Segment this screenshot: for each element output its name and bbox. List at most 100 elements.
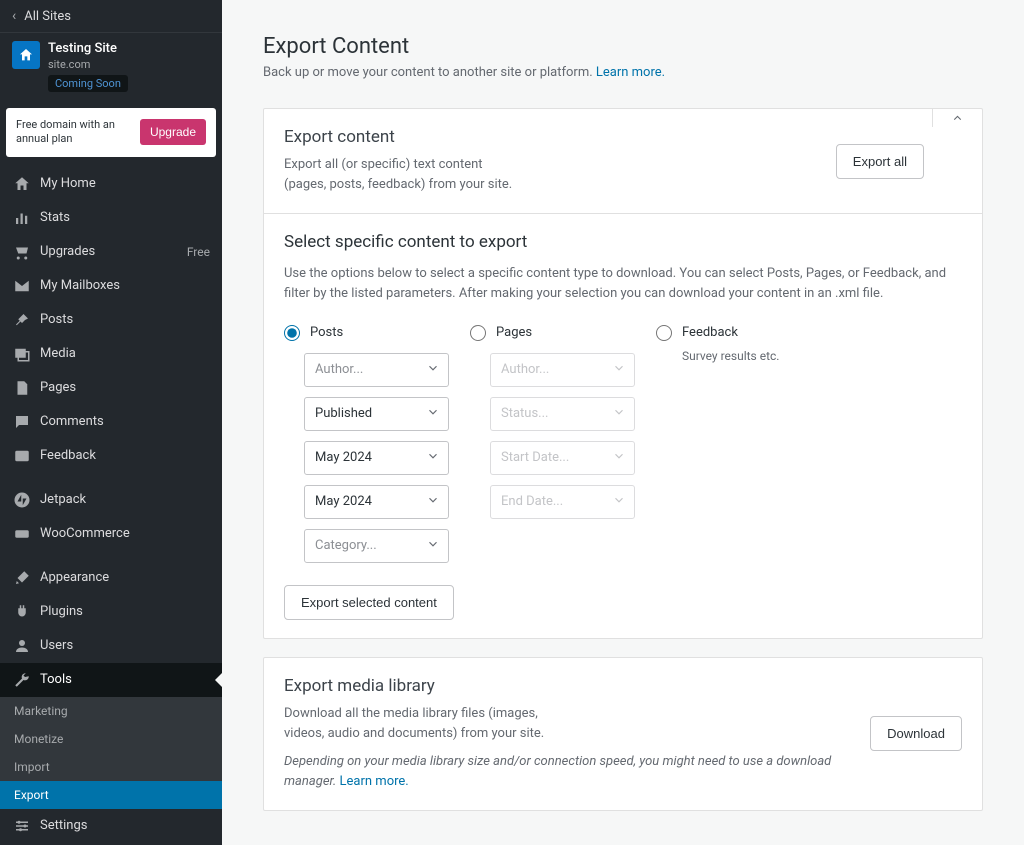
page-title: Export Content: [263, 34, 983, 59]
all-sites-link[interactable]: ‹ All Sites: [0, 0, 222, 33]
nav-tools[interactable]: Tools: [0, 663, 222, 697]
nav-label: Appearance: [40, 570, 109, 585]
export-all-button[interactable]: Export all: [836, 144, 924, 179]
sub-marketing[interactable]: Marketing: [0, 697, 222, 725]
free-badge: Free: [187, 245, 210, 259]
chevron-down-icon: [612, 361, 626, 379]
nav-feedback[interactable]: Feedback: [0, 439, 222, 473]
woocommerce-icon: [12, 524, 32, 544]
posts-end-date-select[interactable]: May 2024: [304, 485, 449, 519]
nav-label: Upgrades: [40, 244, 95, 259]
all-sites-label: All Sites: [24, 9, 71, 24]
export-media-card: Export media library Download all the me…: [263, 657, 983, 812]
nav-settings[interactable]: Settings: [0, 809, 222, 843]
radio-feedback-label[interactable]: Feedback: [682, 325, 738, 340]
sub-import[interactable]: Import: [0, 753, 222, 781]
chevron-down-icon: [426, 449, 440, 467]
pages-author-select: Author...: [490, 353, 635, 387]
nav-label: My Mailboxes: [40, 278, 120, 293]
chevron-down-icon: [612, 449, 626, 467]
nav-label: Media: [40, 346, 76, 361]
nav-comments[interactable]: Comments: [0, 405, 222, 439]
specific-title: Select specific content to export: [284, 232, 962, 252]
posts-category-select[interactable]: Category...: [304, 529, 449, 563]
nav-jetpack[interactable]: Jetpack: [0, 483, 222, 517]
export-selected-button[interactable]: Export selected content: [284, 585, 454, 620]
nav-pages[interactable]: Pages: [0, 371, 222, 405]
nav-appearance[interactable]: Appearance: [0, 561, 222, 595]
page-subtitle: Back up or move your content to another …: [263, 65, 983, 80]
stats-icon: [12, 208, 32, 228]
nav-mailboxes[interactable]: My Mailboxes: [0, 269, 222, 303]
posts-column: Posts Author... Published May 2024: [284, 325, 470, 563]
promo-banner: Free domain with an annual plan Upgrade: [6, 108, 216, 157]
nav-label: Stats: [40, 210, 70, 225]
radio-pages[interactable]: [470, 325, 486, 341]
feedback-hint: Survey results etc.: [682, 349, 856, 363]
chevron-down-icon: [426, 493, 440, 511]
chevron-down-icon: [426, 361, 440, 379]
wrench-icon: [12, 670, 32, 690]
pages-column: Pages Author... Status... Start Date...: [470, 325, 656, 563]
plugin-icon: [12, 602, 32, 622]
export-media-note: Depending on your media library size and…: [284, 752, 870, 792]
nav-label: Settings: [40, 818, 87, 833]
brush-icon: [12, 568, 32, 588]
media-learn-more-link[interactable]: Learn more.: [340, 774, 409, 789]
users-icon: [12, 636, 32, 656]
sidebar: ‹ All Sites Testing Site site.com Coming…: [0, 0, 222, 845]
collapse-toggle[interactable]: [932, 109, 982, 127]
promo-text: Free domain with an annual plan: [16, 118, 140, 147]
nav-label: Posts: [40, 312, 73, 327]
posts-status-select[interactable]: Published: [304, 397, 449, 431]
radio-feedback[interactable]: [656, 325, 672, 341]
site-title: Testing Site: [48, 41, 128, 56]
nav-label: Tools: [40, 672, 72, 687]
feedback-column: Feedback Survey results etc.: [656, 325, 856, 563]
nav-users[interactable]: Users: [0, 629, 222, 663]
nav-my-home[interactable]: My Home: [0, 167, 222, 201]
nav-label: Users: [40, 638, 73, 653]
export-content-header: Export content Export all (or specific) …: [264, 109, 982, 214]
home-icon: [12, 174, 32, 194]
radio-posts[interactable]: [284, 325, 300, 341]
nav-label: WooCommerce: [40, 526, 130, 541]
posts-start-date-select[interactable]: May 2024: [304, 441, 449, 475]
nav-label: My Home: [40, 176, 96, 191]
export-media-title: Export media library: [284, 676, 870, 696]
nav-plugins[interactable]: Plugins: [0, 595, 222, 629]
sub-monetize[interactable]: Monetize: [0, 725, 222, 753]
coming-soon-badge: Coming Soon: [48, 75, 128, 92]
sub-export[interactable]: Export: [0, 781, 222, 809]
export-media-desc: Download all the media library files (im…: [284, 704, 870, 744]
nav-label: Plugins: [40, 604, 83, 619]
posts-author-select[interactable]: Author...: [304, 353, 449, 387]
content-type-radios: Posts Author... Published May 2024: [284, 325, 962, 563]
chevron-down-icon: [426, 537, 440, 555]
current-site-block[interactable]: Testing Site site.com Coming Soon: [0, 33, 222, 102]
pin-icon: [12, 310, 32, 330]
radio-pages-label[interactable]: Pages: [496, 325, 532, 340]
learn-more-link[interactable]: Learn more.: [596, 65, 665, 80]
nav-label: Comments: [40, 414, 104, 429]
comments-icon: [12, 412, 32, 432]
site-home-icon: [12, 41, 40, 69]
nav-label: Feedback: [40, 448, 96, 463]
nav-stats[interactable]: Stats: [0, 201, 222, 235]
nav-posts[interactable]: Posts: [0, 303, 222, 337]
specific-export-body: Select specific content to export Use th…: [264, 214, 982, 637]
settings-icon: [12, 816, 32, 836]
cart-icon: [12, 242, 32, 262]
nav-woocommerce[interactable]: WooCommerce: [0, 517, 222, 551]
media-icon: [12, 344, 32, 364]
export-content-desc: Export all (or specific) text content (p…: [284, 155, 836, 195]
nav-media[interactable]: Media: [0, 337, 222, 371]
feedback-icon: [12, 446, 32, 466]
radio-posts-label[interactable]: Posts: [310, 325, 343, 340]
chevron-down-icon: [426, 405, 440, 423]
sidebar-nav: My Home Stats Upgrades Free My Mailboxes…: [0, 167, 222, 845]
download-button[interactable]: Download: [870, 716, 962, 751]
upgrade-button[interactable]: Upgrade: [140, 119, 206, 145]
nav-upgrades[interactable]: Upgrades Free: [0, 235, 222, 269]
pages-status-select: Status...: [490, 397, 635, 431]
